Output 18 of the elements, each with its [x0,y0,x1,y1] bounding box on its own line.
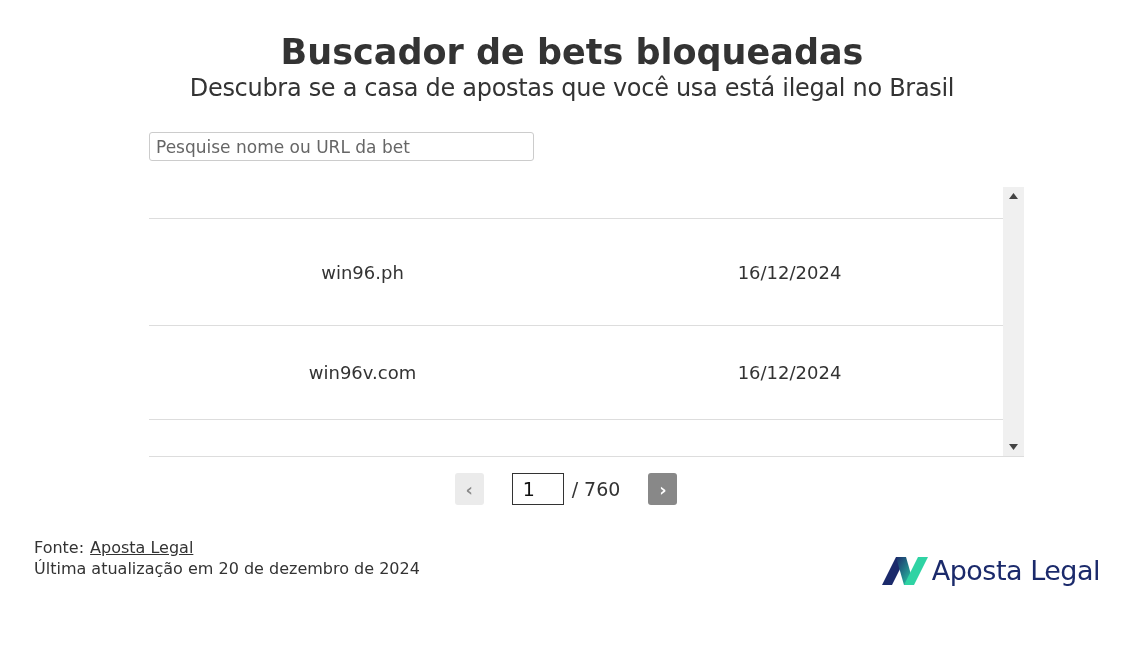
scroll-down-icon[interactable] [1009,444,1018,450]
table-cell-text: win96v.com [308,361,417,385]
table-cell-text: win96.ph [321,260,404,285]
page-total: / 760 [571,476,621,502]
source-label: Fonte: [34,537,85,558]
page-title: Buscador de bets bloqueadas [280,31,864,74]
scroll-up-icon[interactable] [1009,193,1018,199]
page-subtitle: Descubra se a casa de apostas que você usa está ilegal no Brasil [189,73,955,103]
scrollbar[interactable] [1003,187,1024,456]
next-page-button[interactable]: › [648,473,678,505]
search-field[interactable]: Pesquise nome ou URL da bet [149,132,534,161]
table-cell-text: 16/12/2024 [737,260,842,285]
table-cell-text: 16/12/2024 [737,361,842,385]
update-note: Última atualização em 20 de dezembro de 2024 [34,558,420,579]
logo-icon [881,555,928,588]
page-number-field[interactable]: 1 [511,473,564,505]
source-link[interactable]: Aposta Legal [90,537,194,558]
logo-text: Aposta Legal [931,554,1100,588]
